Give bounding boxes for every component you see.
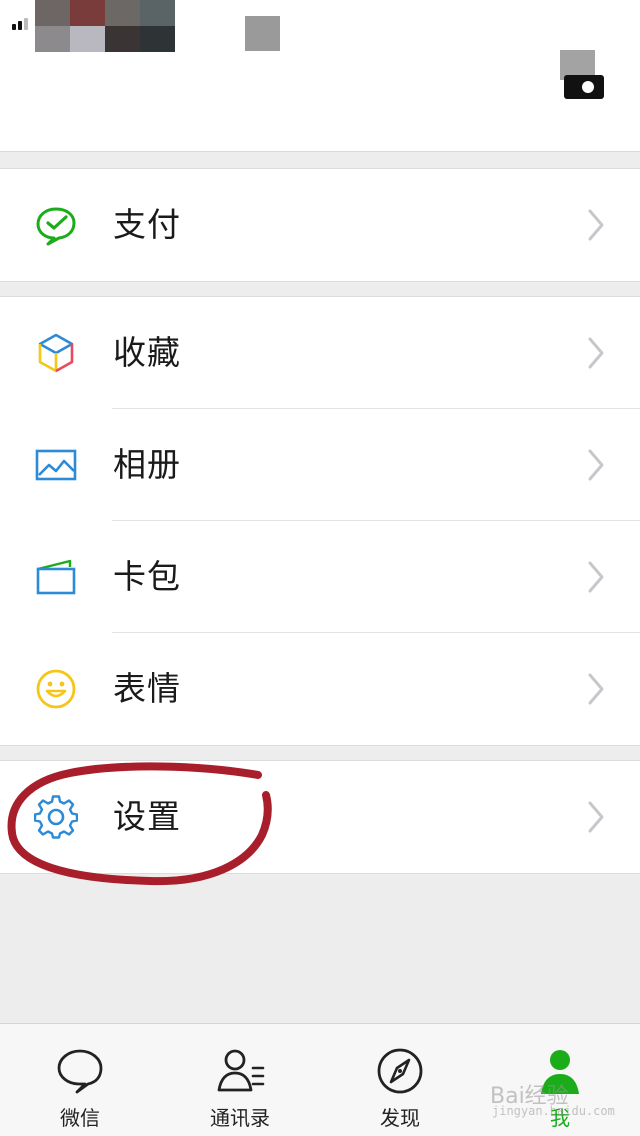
smiley-icon [36, 669, 76, 709]
tab-label: 微信 [60, 1106, 100, 1130]
chevron-right-icon [588, 209, 604, 241]
menu-group-pay: 支付 [0, 168, 640, 282]
menu-item-stickers[interactable]: 表情 [0, 633, 640, 745]
pixelated-avatar [35, 0, 175, 52]
menu-item-pay[interactable]: 支付 [0, 169, 640, 281]
menu-group-collection: 收藏 相册 卡包 表情 [0, 296, 640, 746]
menu-item-label: 相册 [113, 445, 181, 484]
menu-item-settings[interactable]: 设置 [0, 761, 640, 873]
redacted-block [245, 16, 280, 51]
chevron-right-icon [588, 337, 604, 369]
compass-icon [377, 1048, 423, 1094]
menu-item-album[interactable]: 相册 [0, 409, 640, 521]
menu-item-label: 收藏 [113, 333, 181, 372]
chevron-right-icon [588, 561, 604, 593]
chevron-right-icon [588, 673, 604, 705]
menu-item-favorites[interactable]: 收藏 [0, 297, 640, 409]
contacts-icon [217, 1049, 265, 1092]
gear-icon [34, 795, 78, 839]
signal-strength-icon [12, 14, 32, 30]
cube-icon [38, 333, 74, 373]
qr-code-icon[interactable] [560, 50, 606, 100]
chevron-right-icon [588, 801, 604, 833]
chevron-right-icon [588, 449, 604, 481]
tab-discover[interactable]: 发现 [320, 1024, 480, 1136]
menu-item-cards[interactable]: 卡包 [0, 521, 640, 633]
wechat-pay-icon [36, 207, 76, 246]
menu-item-label: 表情 [113, 669, 181, 708]
menu-item-label: 卡包 [113, 557, 181, 596]
profile-header[interactable] [0, 0, 640, 152]
watermark-url: jingyan.baidu.com [492, 1104, 615, 1118]
menu-group-settings: 设置 [0, 760, 640, 874]
tab-label: 通讯录 [210, 1106, 270, 1130]
menu-item-label: 支付 [113, 205, 181, 244]
tab-chats[interactable]: 微信 [0, 1024, 160, 1136]
menu-item-label: 设置 [113, 797, 181, 836]
image-icon [35, 449, 77, 481]
chat-bubble-icon [57, 1049, 103, 1094]
wallet-icon [36, 559, 76, 595]
tab-label: 发现 [380, 1106, 420, 1130]
tab-contacts[interactable]: 通讯录 [160, 1024, 320, 1136]
